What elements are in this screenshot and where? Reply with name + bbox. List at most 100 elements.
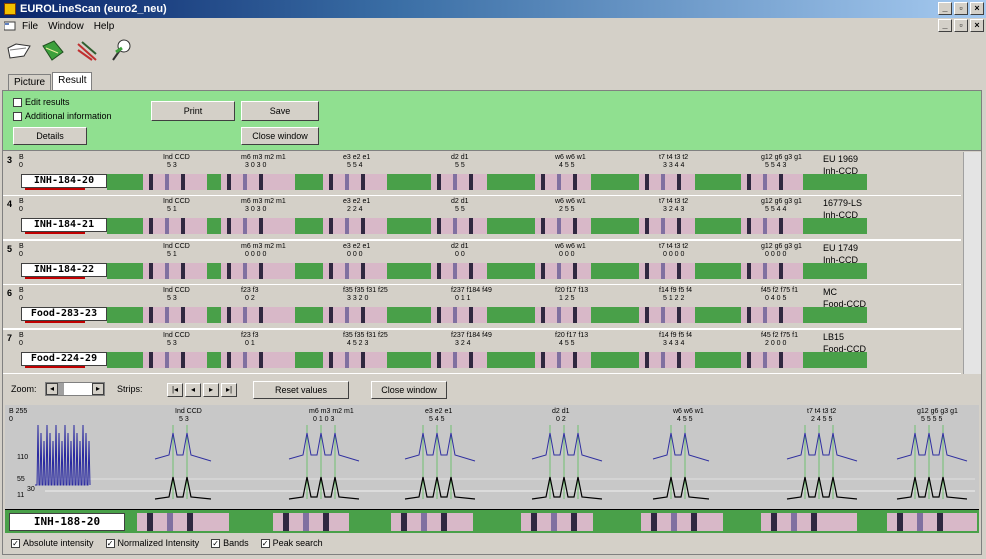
strips-label: Strips: [117,384,143,394]
reset-values-button[interactable]: Reset values [253,381,349,399]
menu-file[interactable]: File [22,21,38,32]
band-mark [345,351,349,368]
strip-group-values: 3 3 4 4 [663,162,685,169]
prev-strip-button[interactable]: ◂ [185,383,201,397]
strip-group-header: g12 g6 g3 g1 [761,242,802,250]
strip-group-header: f35 f35 f31 f25 [343,331,388,339]
next-strip-button[interactable]: ▸ [203,383,219,397]
bands-checkbox[interactable]: ✓ Bands [211,538,249,548]
close-window-button[interactable]: Close window [241,127,319,145]
band-mark [345,262,349,279]
doc-menu-icon [4,21,16,31]
pin-icon[interactable] [108,38,134,64]
detail-band-mark [283,513,289,531]
result-controls: Edit results Additional information Prin… [3,91,981,151]
graph-y-label: 0 [9,416,13,423]
strip-group-values: 0 0 0 [347,250,363,258]
additional-info-checkbox[interactable]: Additional information [13,111,112,121]
strip-meta-kit: Food-CCD [823,299,867,310]
strip-number: 6 [7,288,13,299]
peak-search-label: Peak search [272,538,323,548]
strip-row[interactable]: 3 B 0 Ind CCD 5 3 m6 m3 m2 m1 3 0 3 0 e3 e2 e1 5… [3,152,961,196]
band-mark [747,262,751,279]
strip-meta-sample: MC [823,287,837,298]
toolbar [6,38,134,70]
band-mark [779,174,783,190]
graph-y-label: 11 [17,492,24,499]
first-strip-button[interactable]: |◂ [167,383,183,397]
band-mark [557,262,561,279]
band-mark [165,218,169,235]
zoom-close-window-button[interactable]: Close window [371,381,447,399]
band-mark [469,174,473,190]
band-mark [165,351,169,368]
folder-open-icon[interactable] [6,38,32,64]
edit-results-checkbox[interactable]: Edit results [13,97,70,107]
strip-group-values: 3 3 2 0 [347,295,369,303]
strip-group-header: Ind CCD [163,198,190,206]
maximize-button[interactable]: ▫ [954,2,968,15]
band-mark [361,307,365,324]
last-strip-button[interactable]: ▸| [221,383,237,397]
band-mark [181,262,185,279]
zoom-slider[interactable]: ◂ ▸ [45,382,105,396]
details-button[interactable]: Details [13,127,87,145]
absolute-intensity-curve [896,476,968,500]
strip-group-values: 5 1 [167,206,177,214]
strip-group-values: 1 2 5 [559,295,575,303]
band-mark [243,218,247,235]
strip-meta-kit: Inh-CCD [823,210,859,221]
print-button[interactable]: Print [151,101,235,121]
strip-row[interactable]: 5 B 0 Ind CCD 5 1 m6 m3 m2 m1 0 0 0 0 e3 e2 e1 0… [3,240,961,285]
absolute-intensity-checkbox[interactable]: ✓ Absolute intensity [11,538,94,548]
band-zone [221,174,295,190]
graph-group-header: t7 t4 t3 t2 [807,408,836,415]
strip-b-marker: B0 [19,198,24,214]
strip-group-values: 0 0 0 0 [765,250,787,258]
band-mark [677,307,681,324]
strip-label: Food-283-23 [21,307,107,322]
band-mark [661,262,665,279]
detail-band-mark [671,513,677,531]
minimize-button[interactable]: _ [938,2,952,15]
mdi-close-button[interactable]: × [970,19,984,32]
band-mark [779,218,783,235]
graph-group-header: g12 g6 g3 g1 [917,408,958,415]
strips-scrollbar[interactable] [963,152,981,374]
tab-picture[interactable]: Picture [8,74,52,90]
peak-search-checkbox[interactable]: ✓ Peak search [260,538,323,548]
strip-row[interactable]: 4 B 0 Ind CCD 5 1 m6 m3 m2 m1 3 0 3 0 e3 e2 e1 2… [3,196,961,241]
band-mark [453,262,457,279]
strip-red-underline [25,232,85,235]
tab-result[interactable]: Result [52,72,93,90]
detail-band-mark [187,513,193,531]
save-button[interactable]: Save [241,101,319,121]
band-mark [645,174,649,190]
band-mark [329,262,333,279]
band-mark [181,351,185,368]
menu-help[interactable]: Help [94,21,115,32]
strip-row[interactable]: 7 B 0 Ind CCD 5 3 f23 f3 0 1 f35 f35 f31 f25 4 5… [3,329,961,374]
green-strip-icon[interactable] [40,38,66,64]
strip-group-header: e3 e2 e1 [343,242,371,250]
menu-window[interactable]: Window [48,21,84,32]
detail-band-mark [323,513,329,531]
absolute-intensity-curve [786,476,858,500]
band-mark [361,218,365,235]
strip-row[interactable]: 6 B 0 Ind CCD 5 3 f23 f3 0 2 f35 f35 f31 f25 3 3… [3,285,961,330]
result-panel: Edit results Additional information Prin… [2,90,982,555]
pen-strip-icon[interactable] [74,38,100,64]
strip-group-header: m6 m3 m2 m1 [241,154,286,161]
strip-group-values: 3 2 4 [455,339,471,347]
close-button[interactable]: × [970,2,984,15]
mdi-maximize-button[interactable]: ▫ [954,19,968,32]
normalized-intensity-checkbox[interactable]: ✓ Normalized Intensity [105,538,199,548]
strip-group-header: f45 f2 f75 f1 [761,287,798,295]
strip-meta-sample: EU 1749 [823,242,859,253]
graph-group-values: 2 4 5 5 [811,416,833,423]
strip-group-values: 0 1 [245,339,255,347]
strip-group-header: t7 t4 t3 t2 [659,198,689,206]
band-mark [329,218,333,235]
mdi-minimize-button[interactable]: _ [938,19,952,32]
band-mark [763,218,767,235]
